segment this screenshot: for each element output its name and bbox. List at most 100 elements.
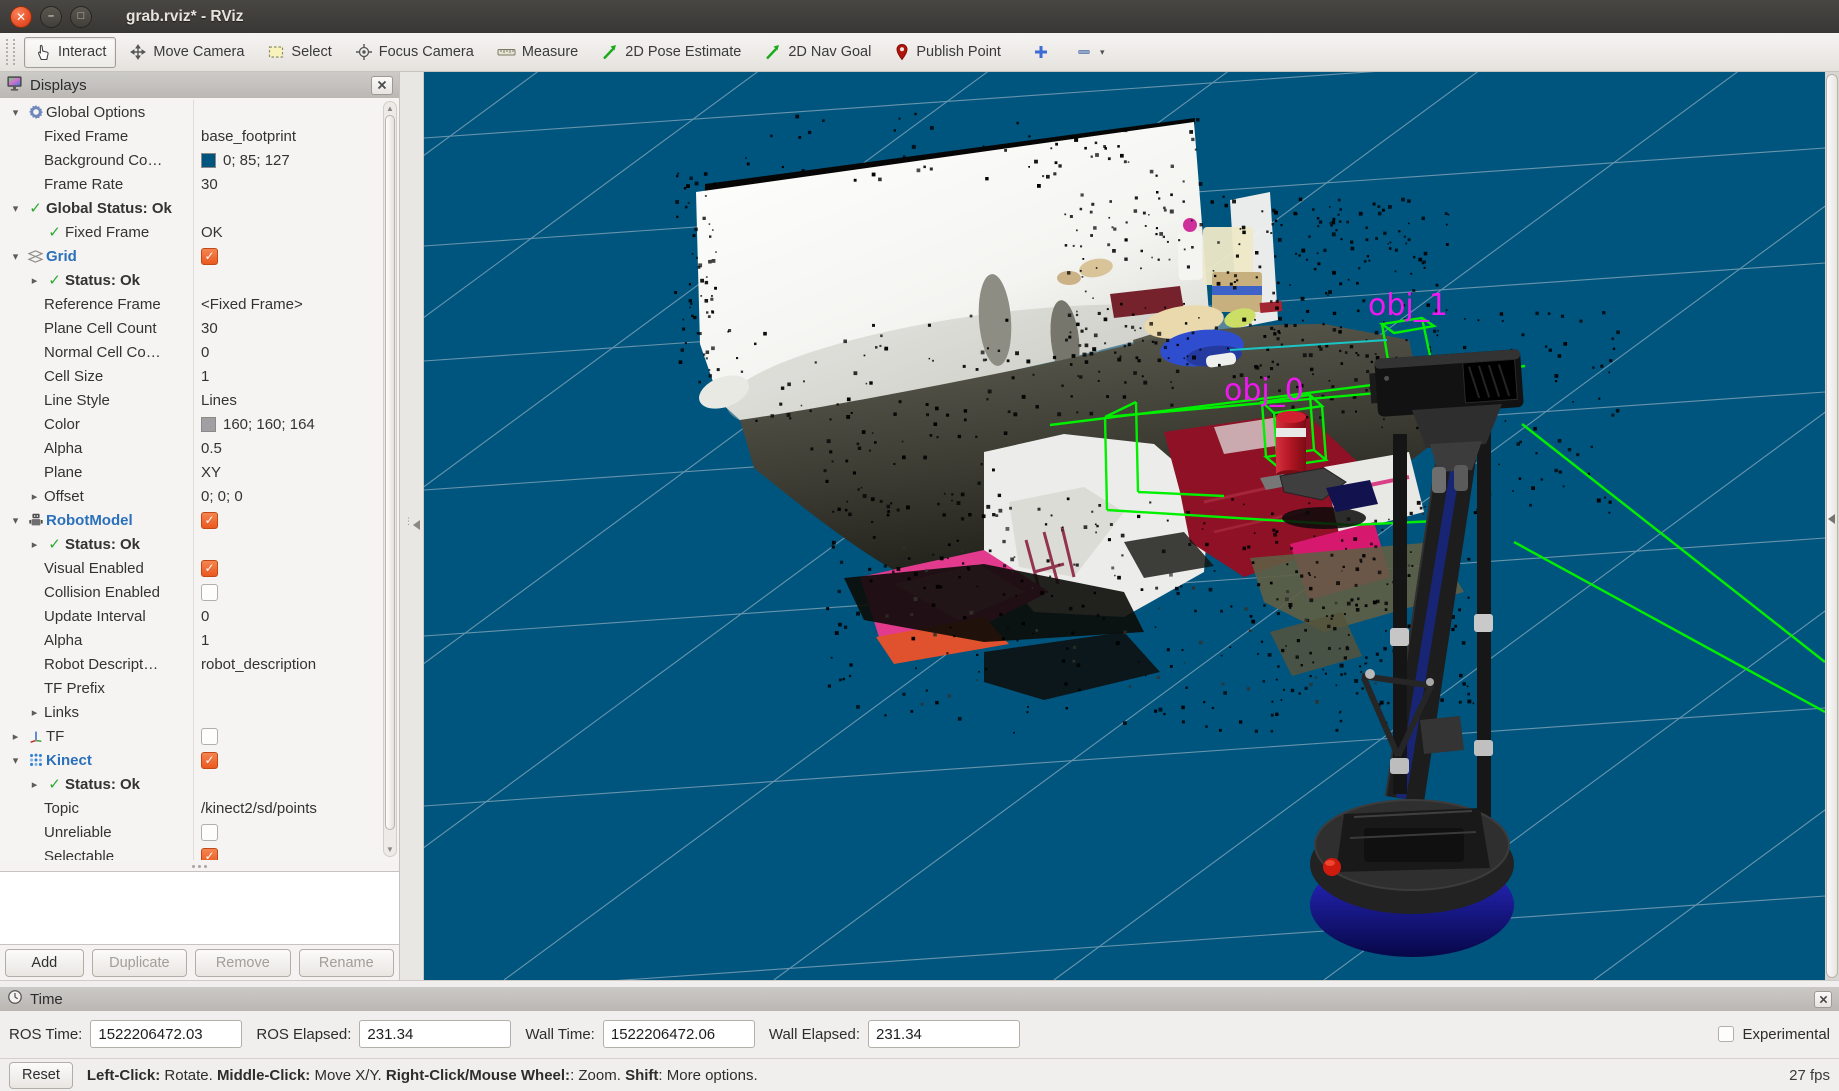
value-text[interactable]: 1 xyxy=(201,632,209,649)
minimize-button[interactable]: – xyxy=(40,6,62,28)
experimental-checkbox[interactable] xyxy=(1718,1026,1734,1042)
value-text[interactable]: XY xyxy=(201,464,221,481)
tree-row-update-interval[interactable]: Update Interval0 xyxy=(0,604,399,628)
ros-elapsed-input[interactable] xyxy=(359,1020,511,1048)
expand-arrow-icon[interactable]: ▸ xyxy=(25,274,44,287)
collapse-arrow-icon[interactable] xyxy=(413,520,420,530)
tree-row-global-status-ok[interactable]: ▾✓Global Status: Ok xyxy=(0,196,399,220)
checked-checkbox[interactable]: ✓ xyxy=(201,848,218,861)
tree-row-plane-cell-count[interactable]: Plane Cell Count30 xyxy=(0,316,399,340)
value-text[interactable]: /kinect2/sd/points xyxy=(201,800,317,817)
tree-row-background-co[interactable]: Background Co…0; 85; 127 xyxy=(0,148,399,172)
value-text[interactable]: 0; 0; 0 xyxy=(201,488,243,505)
close-icon[interactable] xyxy=(1814,991,1832,1008)
add-tool-button[interactable] xyxy=(1024,37,1058,68)
reset-button[interactable]: Reset xyxy=(9,1062,73,1089)
value-text[interactable]: 0 xyxy=(201,608,209,625)
collapse-arrow-icon[interactable]: ▾ xyxy=(6,106,25,119)
tool-focus-camera[interactable]: Focus Camera xyxy=(345,37,484,68)
wall-time-input[interactable] xyxy=(603,1020,755,1048)
tree-row-collision-enabled[interactable]: Collision Enabled xyxy=(0,580,399,604)
remove-button[interactable]: Remove xyxy=(195,949,290,977)
value-text[interactable]: 30 xyxy=(201,320,218,337)
time-panel-header[interactable]: Time xyxy=(0,987,1839,1011)
tree-row-reference-frame[interactable]: Reference Frame<Fixed Frame> xyxy=(0,292,399,316)
tree-row-unreliable[interactable]: Unreliable xyxy=(0,820,399,844)
value-text[interactable]: 0.5 xyxy=(201,440,222,457)
tree-row-topic[interactable]: Topic/kinect2/sd/points xyxy=(0,796,399,820)
tree-row-global-options[interactable]: ▾Global Options xyxy=(0,100,399,124)
expand-arrow-icon[interactable]: ▸ xyxy=(25,490,44,503)
tree-row-visual-enabled[interactable]: Visual Enabled✓ xyxy=(0,556,399,580)
tool-interact[interactable]: Interact xyxy=(24,37,116,68)
tree-row-tf[interactable]: ▸TF xyxy=(0,724,399,748)
tree-row-line-style[interactable]: Line StyleLines xyxy=(0,388,399,412)
collapse-arrow-icon[interactable]: ▾ xyxy=(6,754,25,767)
collapse-arrow-icon[interactable]: ▾ xyxy=(6,250,25,263)
value-text[interactable]: 30 xyxy=(201,176,218,193)
tree-row-fixed-frame[interactable]: Fixed Framebase_footprint xyxy=(0,124,399,148)
rename-button[interactable]: Rename xyxy=(299,949,394,977)
scroll-up-icon[interactable]: ▲ xyxy=(384,104,396,113)
tool-2d-nav-goal[interactable]: 2D Nav Goal xyxy=(754,37,881,68)
value-text[interactable]: robot_description xyxy=(201,656,316,673)
unchecked-checkbox[interactable] xyxy=(201,728,218,745)
maximize-button[interactable]: □ xyxy=(70,6,92,28)
tree-row-selectable[interactable]: Selectable✓ xyxy=(0,844,399,860)
unchecked-checkbox[interactable] xyxy=(201,584,218,601)
tree-row-color[interactable]: Color160; 160; 164 xyxy=(0,412,399,436)
scrollbar-thumb[interactable] xyxy=(385,115,395,830)
tree-row-plane[interactable]: PlaneXY xyxy=(0,460,399,484)
panel-resize-grip[interactable] xyxy=(0,862,399,871)
tree-row-status-ok[interactable]: ▸✓Status: Ok xyxy=(0,268,399,292)
tree-row-tf-prefix[interactable]: TF Prefix xyxy=(0,676,399,700)
tree-row-cell-size[interactable]: Cell Size1 xyxy=(0,364,399,388)
tree-row-robot-descript[interactable]: Robot Descript…robot_description xyxy=(0,652,399,676)
remove-tool-button[interactable]: ▾ xyxy=(1068,37,1113,68)
displays-tree[interactable]: ▾Global OptionsFixed Framebase_footprint… xyxy=(0,98,399,860)
tool-publish-point[interactable]: Publish Point xyxy=(884,37,1011,68)
value-text[interactable]: 160; 160; 164 xyxy=(223,416,315,433)
tool-select[interactable]: Select xyxy=(257,37,341,68)
checked-checkbox[interactable]: ✓ xyxy=(201,560,218,577)
collapse-arrow-icon[interactable]: ▾ xyxy=(6,514,25,527)
checked-checkbox[interactable]: ✓ xyxy=(201,248,218,265)
tree-row-kinect[interactable]: ▾Kinect✓ xyxy=(0,748,399,772)
expand-arrow-icon[interactable]: ▸ xyxy=(25,538,44,551)
tool-move-camera[interactable]: Move Camera xyxy=(119,37,254,68)
expand-arrow-icon[interactable] xyxy=(1828,514,1835,524)
add-button[interactable]: Add xyxy=(5,949,84,977)
expand-arrow-icon[interactable]: ▸ xyxy=(6,730,25,743)
tool-measure[interactable]: Measure xyxy=(487,37,588,68)
tree-row-status-ok[interactable]: ▸✓Status: Ok xyxy=(0,772,399,796)
unchecked-checkbox[interactable] xyxy=(201,824,218,841)
panel-splitter[interactable]: ⋮ xyxy=(400,72,424,980)
value-text[interactable]: OK xyxy=(201,224,223,241)
close-button[interactable]: ✕ xyxy=(10,6,32,28)
value-text[interactable]: base_footprint xyxy=(201,128,296,145)
tree-row-links[interactable]: ▸Links xyxy=(0,700,399,724)
expand-arrow-icon[interactable]: ▸ xyxy=(25,706,44,719)
checked-checkbox[interactable]: ✓ xyxy=(201,512,218,529)
collapse-arrow-icon[interactable]: ▾ xyxy=(6,202,25,215)
value-text[interactable]: <Fixed Frame> xyxy=(201,296,303,313)
tree-row-robotmodel[interactable]: ▾RobotModel✓ xyxy=(0,508,399,532)
tree-row-normal-cell-co[interactable]: Normal Cell Co…0 xyxy=(0,340,399,364)
value-text[interactable]: Lines xyxy=(201,392,237,409)
tree-row-grid[interactable]: ▾Grid✓ xyxy=(0,244,399,268)
tree-row-frame-rate[interactable]: Frame Rate30 xyxy=(0,172,399,196)
tree-row-alpha[interactable]: Alpha1 xyxy=(0,628,399,652)
toolbar-grip[interactable] xyxy=(6,39,15,65)
views-panel-handle[interactable] xyxy=(1825,72,1839,980)
close-icon[interactable] xyxy=(371,76,393,95)
ros-time-input[interactable] xyxy=(90,1020,242,1048)
value-text[interactable]: 0; 85; 127 xyxy=(223,152,290,169)
value-text[interactable]: 1 xyxy=(201,368,209,385)
tree-row-offset[interactable]: ▸Offset0; 0; 0 xyxy=(0,484,399,508)
3d-viewport[interactable]: obj_0 obj_1 xyxy=(424,72,1825,980)
duplicate-button[interactable]: Duplicate xyxy=(92,949,187,977)
expand-arrow-icon[interactable]: ▸ xyxy=(25,778,44,791)
value-text[interactable]: 0 xyxy=(201,344,209,361)
tree-scrollbar[interactable]: ▲▼ xyxy=(383,101,397,857)
displays-panel-header[interactable]: Displays xyxy=(0,72,399,98)
